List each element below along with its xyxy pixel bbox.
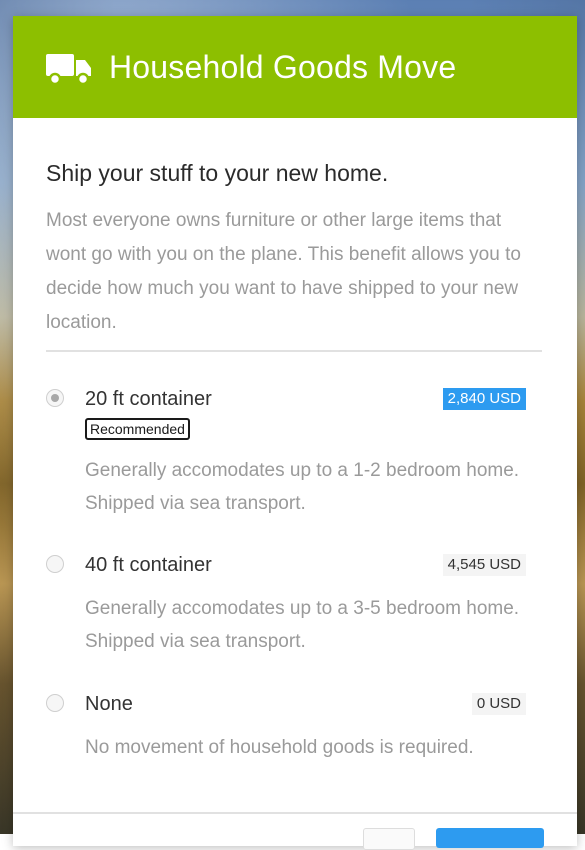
container-options: 20 ft container 2,840 USD Recommended Ge… [46,384,543,764]
secondary-button[interactable] [363,828,415,850]
card-title: Household Goods Move [109,48,457,85]
option-title: None [85,692,133,715]
option-header: 20 ft container 2,840 USD [85,384,526,414]
card-body: Ship your stuff to your new home. Most e… [13,118,577,764]
benefit-card: Household Goods Move Ship your stuff to … [13,16,577,850]
option-40ft[interactable]: 40 ft container 4,545 USD Generally acco… [46,550,543,658]
option-title: 40 ft container [85,553,212,576]
option-description: Generally accomodates up to a 1-2 bedroo… [85,460,520,514]
radio-none[interactable] [46,694,64,712]
price-badge: 2,840 USD [442,388,526,410]
option-header: None 0 USD [85,689,526,719]
card-header: Household Goods Move [13,16,577,118]
option-none[interactable]: None 0 USD No movement of household good… [46,689,543,764]
option-description: No movement of household goods is requir… [85,737,474,758]
card-subtitle: Ship your stuff to your new home. [46,160,389,186]
option-description: Generally accomodates up to a 3-5 bedroo… [85,598,520,652]
price-badge: 4,545 USD [442,554,526,576]
price-badge: 0 USD [471,693,526,715]
recommended-badge: Recommended [85,418,190,440]
primary-button[interactable] [436,828,544,848]
card-footer [13,812,577,850]
option-20ft[interactable]: 20 ft container 2,840 USD Recommended Ge… [46,384,543,520]
radio-40ft[interactable] [46,555,64,573]
card-intro: Most everyone owns furniture or other la… [46,204,542,352]
radio-20ft[interactable] [46,389,64,407]
option-header: 40 ft container 4,545 USD [85,550,526,580]
option-title: 20 ft container [85,387,212,410]
truck-icon [46,54,91,86]
